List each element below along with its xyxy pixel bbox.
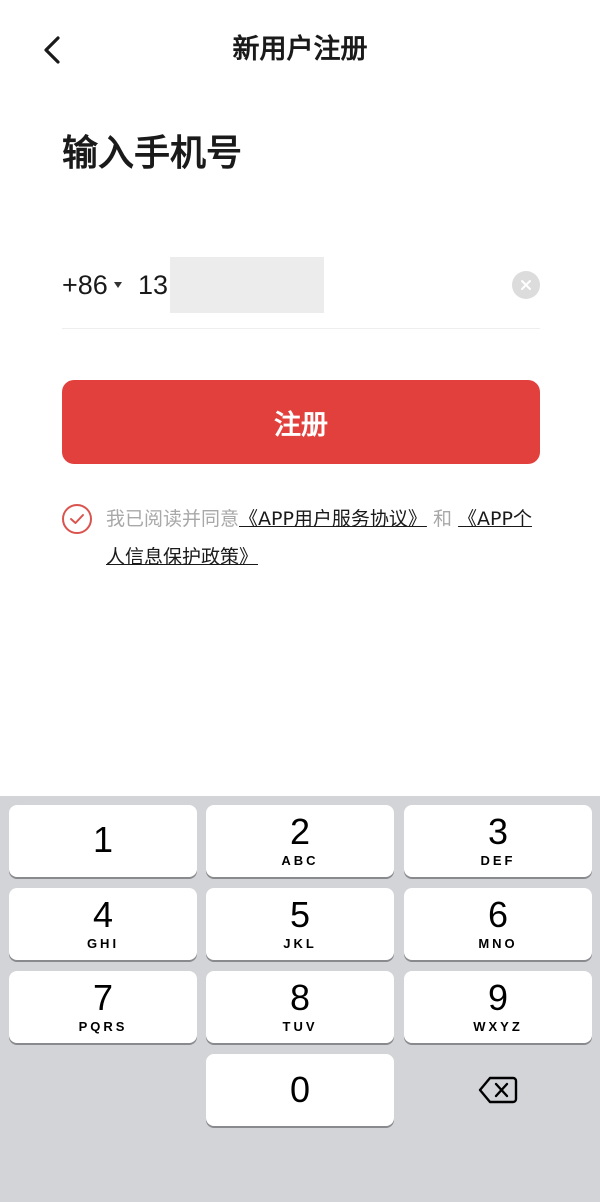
key-letters: WXYZ [473,1019,523,1034]
key-6[interactable]: 6 MNO [404,888,592,960]
key-letters: TUV [282,1019,318,1034]
key-2[interactable]: 2 ABC [206,805,394,877]
key-5[interactable]: 5 JKL [206,888,394,960]
agree-checkbox[interactable] [62,504,92,534]
agreement-prefix: 我已阅读并同意 [106,508,240,530]
key-digit: 3 [487,811,509,852]
key-digit: 6 [487,894,509,935]
key-digit: 5 [289,894,311,935]
caret-down-icon [113,282,122,288]
key-digit: 4 [92,894,114,935]
phone-input-row: +86 13 [62,255,540,315]
key-letters: GHI [86,936,120,951]
key-digit: 1 [92,819,114,860]
key-digit: 9 [487,977,509,1018]
check-icon [70,514,84,524]
agreement-joiner: 和 [432,508,452,530]
phone-number-input[interactable]: 13 [138,255,388,315]
register-button[interactable]: 注册 [62,380,540,464]
key-digit: 8 [289,977,311,1018]
page-title: 新用户注册 [232,34,368,65]
key-letters: MNO [478,936,518,951]
country-code-selector[interactable]: +86 [62,255,122,315]
key-digit: 2 [289,811,311,852]
key-letters: DEF [480,853,516,868]
key-digit: 0 [289,1069,311,1110]
key-letters: JKL [283,936,317,951]
register-screen: 新用户注册 输入手机号 +86 13 注册 我已阅读并同意《APP用户服务协议》… [0,0,600,1202]
key-3[interactable]: 3 DEF [404,805,592,877]
phone-number-redacted [170,257,325,313]
key-letters: PQRS [78,1019,128,1034]
key-letters: ABC [281,853,319,868]
key-9[interactable]: 9 WXYZ [404,971,592,1043]
country-code-label: +86 [62,269,108,300]
key-digit: 7 [92,977,114,1018]
clear-circle-icon [521,280,531,290]
section-heading: 输入手机号 [62,133,243,174]
key-1[interactable]: 1 [9,805,197,877]
backspace-icon [478,1076,518,1104]
key-0[interactable]: 0 [206,1054,394,1126]
input-divider [62,328,540,329]
service-agreement-link[interactable]: 《APP用户服务协议》 [239,508,427,530]
key-4[interactable]: 4 GHI [9,888,197,960]
delete-key[interactable] [404,1054,592,1126]
numeric-keyboard: 1 2 ABC 3 DEF 4 GHI 5 JKL 6 MNO 7 PQRS 8 [0,796,600,1202]
clear-input-button[interactable] [512,271,540,299]
phone-number-visible: 13 [138,269,169,300]
key-7[interactable]: 7 PQRS [9,971,197,1043]
agreement-text: 我已阅读并同意《APP用户服务协议》 和 《APP个人信息保护政策》 [106,500,546,576]
key-8[interactable]: 8 TUV [206,971,394,1043]
